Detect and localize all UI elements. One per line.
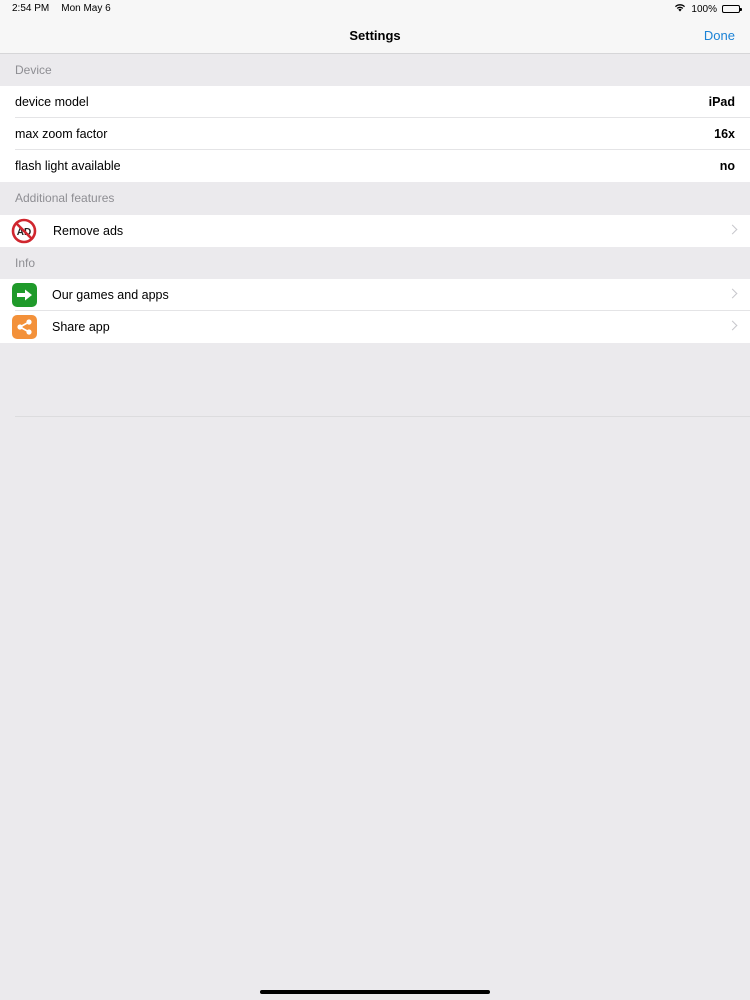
row-max-zoom-factor: max zoom factor 16x (0, 118, 750, 150)
row-label: Our games and apps (52, 288, 169, 302)
divider (15, 416, 750, 417)
row-label: device model (15, 95, 89, 109)
status-time: 2:54 PM (12, 3, 50, 14)
page-title: Settings (349, 28, 401, 43)
row-device-model: device model iPad (0, 86, 750, 118)
row-remove-ads[interactable]: AD Remove ads (0, 215, 750, 247)
done-button[interactable]: Done (704, 28, 735, 43)
status-right: 100% (674, 3, 742, 15)
row-flash-light-available: flash light available no (0, 150, 750, 182)
row-share-app[interactable]: Share app (0, 311, 750, 343)
row-label: max zoom factor (15, 127, 108, 141)
battery-icon (722, 5, 742, 13)
section-header-additional-features: Additional features (0, 182, 750, 214)
status-date: Mon May 6 (61, 3, 111, 14)
section-header-device: Device (0, 54, 750, 86)
row-value: iPad (708, 95, 735, 109)
row-value: no (719, 159, 735, 173)
chevron-right-icon (727, 320, 738, 331)
chevron-right-icon (727, 288, 738, 299)
row-label: Remove ads (53, 224, 124, 238)
row-value: 16x (714, 127, 735, 141)
wifi-icon (674, 3, 686, 15)
battery-percent: 100% (691, 3, 717, 15)
home-indicator[interactable] (260, 990, 490, 994)
status-left: 2:54 PM Mon May 6 (12, 3, 111, 14)
no-ads-icon: AD (11, 218, 37, 244)
row-label: Share app (52, 320, 110, 334)
row-our-games-and-apps[interactable]: Our games and apps (0, 279, 750, 311)
arrow-right-icon (12, 283, 37, 307)
navigation-bar: Settings Done (0, 18, 750, 54)
status-bar: 2:54 PM Mon May 6 100% (0, 0, 750, 18)
chevron-right-icon (727, 224, 738, 235)
row-label: flash light available (15, 159, 121, 173)
section-header-info: Info (0, 247, 750, 279)
share-icon (12, 315, 37, 339)
